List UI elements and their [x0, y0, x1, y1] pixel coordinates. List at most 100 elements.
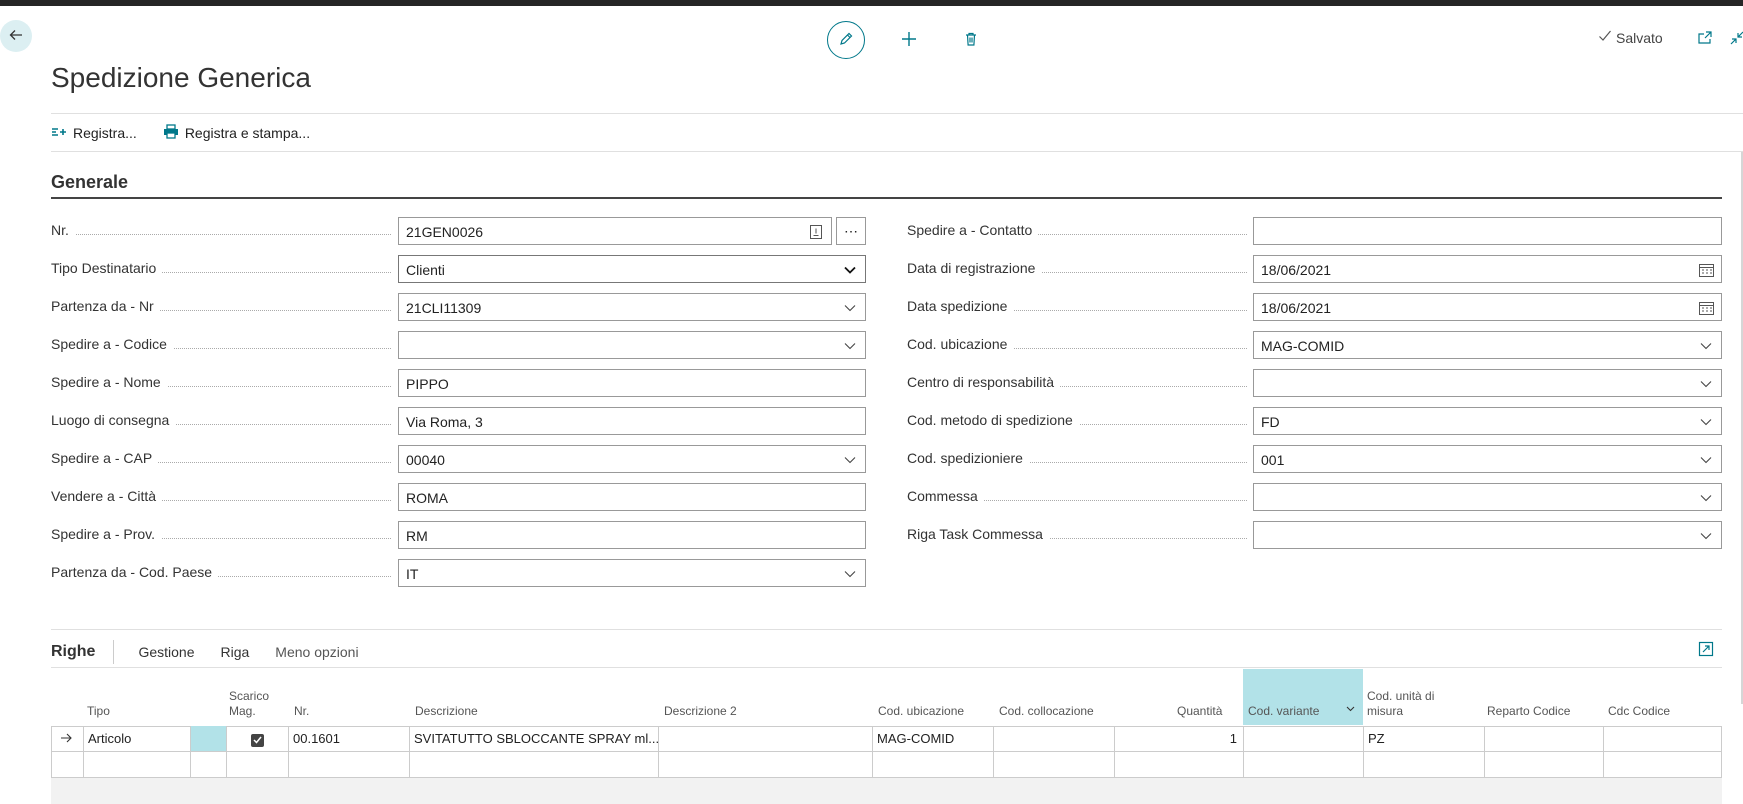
- field-label: Partenza da - Cod. Paese: [51, 564, 219, 580]
- lines-menu-gestione[interactable]: Gestione: [138, 644, 194, 660]
- spedire-codice-lookup[interactable]: [398, 331, 866, 359]
- cell-nr[interactable]: 00.1601: [288, 726, 409, 751]
- cell-cod-unita-misura[interactable]: PZ: [1363, 726, 1484, 751]
- row-indicator[interactable]: [51, 752, 83, 777]
- cell-cod-collocazione[interactable]: [993, 726, 1114, 751]
- cell-cdc-codice[interactable]: [1603, 726, 1722, 751]
- nr-assist-button[interactable]: ⋯: [836, 217, 866, 245]
- cell-reparto-codice[interactable]: [1484, 752, 1603, 777]
- table-row-empty[interactable]: [51, 752, 1722, 778]
- spedire-nome-input[interactable]: PIPPO: [398, 369, 866, 397]
- cell-cod-ubicazione[interactable]: [872, 752, 993, 777]
- col-descrizione[interactable]: Descrizione: [415, 704, 478, 719]
- col-cdc-codice[interactable]: Cdc Codice: [1608, 704, 1670, 719]
- cod-ubicazione-lookup[interactable]: MAG-COMID: [1253, 331, 1722, 359]
- cell-quantita[interactable]: [1114, 752, 1243, 777]
- col-nr[interactable]: Nr.: [294, 704, 309, 719]
- cell-empty[interactable]: [190, 752, 226, 777]
- field-label: Cod. spedizioniere: [907, 450, 1029, 466]
- partenza-nr-value: 21CLI11309: [406, 300, 482, 316]
- data-spedizione-input[interactable]: 18/06/2021: [1253, 293, 1722, 321]
- divider: [51, 151, 1743, 152]
- cell-cod-unita-misura[interactable]: [1363, 752, 1484, 777]
- arrow-right-icon: [60, 731, 72, 746]
- cell-reparto-codice[interactable]: [1484, 726, 1603, 751]
- cell-selected[interactable]: [190, 726, 226, 751]
- cell-tipo[interactable]: [83, 752, 190, 777]
- lines-grid: Articolo 00.1601 SVITATUTTO SBLOCCANTE S…: [51, 726, 1722, 778]
- col-cod-unita-misura[interactable]: Cod. unità di misura: [1367, 689, 1434, 719]
- cell-cdc-codice[interactable]: [1603, 752, 1722, 777]
- delete-button[interactable]: [953, 22, 989, 58]
- cell-cod-ubicazione[interactable]: MAG-COMID: [872, 726, 993, 751]
- window-top-bar: [0, 0, 1743, 6]
- cell-quantita[interactable]: 1: [1114, 726, 1243, 751]
- trash-icon: [963, 31, 979, 50]
- cell-cod-variante[interactable]: [1243, 726, 1363, 751]
- field-cod-spedizioniere: Cod. spedizioniere 001: [907, 445, 1723, 473]
- col-descrizione-2[interactable]: Descrizione 2: [664, 704, 737, 719]
- col-cod-ubicazione[interactable]: Cod. ubicazione: [878, 704, 964, 719]
- cell-scarico-mag[interactable]: [226, 752, 288, 777]
- expand-icon[interactable]: [1698, 641, 1714, 660]
- cell-descrizione[interactable]: SVITATUTTO SBLOCCANTE SPRAY ml....: [409, 726, 658, 751]
- edit-button[interactable]: [827, 21, 865, 59]
- spedire-contatto-input[interactable]: [1253, 217, 1722, 245]
- number-series-icon[interactable]: [808, 224, 824, 240]
- spedire-cap-lookup[interactable]: 00040: [398, 445, 866, 473]
- tipo-destinatario-value: Clienti: [406, 262, 445, 278]
- partenza-cod-paese-lookup[interactable]: IT: [398, 559, 866, 587]
- new-button[interactable]: [891, 22, 927, 58]
- cod-ubicazione-value: MAG-COMID: [1261, 338, 1345, 354]
- back-button[interactable]: [0, 20, 32, 52]
- cod-spedizioniere-lookup[interactable]: 001: [1253, 445, 1722, 473]
- cod-metodo-spedizione-lookup[interactable]: FD: [1253, 407, 1722, 435]
- open-new-window-icon[interactable]: [1697, 30, 1713, 49]
- section-title-general[interactable]: Generale: [51, 172, 128, 193]
- collapse-icon[interactable]: [1729, 30, 1743, 49]
- table-row[interactable]: Articolo 00.1601 SVITATUTTO SBLOCCANTE S…: [51, 726, 1722, 752]
- cell-descrizione-2[interactable]: [658, 752, 872, 777]
- col-quantita[interactable]: Quantità: [1177, 704, 1222, 719]
- col-reparto-codice[interactable]: Reparto Codice: [1487, 704, 1570, 719]
- cell-scarico-mag[interactable]: [226, 726, 288, 751]
- field-partenza-nr: Partenza da - Nr 21CLI11309: [51, 293, 866, 321]
- lines-menu-fewer-options[interactable]: Meno opzioni: [275, 644, 358, 660]
- row-indicator[interactable]: [51, 726, 83, 751]
- field-vendere-citta: Vendere a - Città ROMA: [51, 483, 866, 511]
- partenza-nr-lookup[interactable]: 21CLI11309: [398, 293, 866, 321]
- col-scarico-mag[interactable]: Scarico Mag.: [229, 689, 269, 719]
- page-title: Spedizione Generica: [51, 62, 311, 93]
- nr-input[interactable]: 21GEN0026: [398, 217, 832, 245]
- cod-metodo-spedizione-value: FD: [1261, 414, 1280, 430]
- tipo-destinatario-select[interactable]: Clienti: [398, 255, 866, 283]
- lines-title[interactable]: Righe: [51, 643, 95, 661]
- calendar-icon[interactable]: [1698, 300, 1714, 316]
- cell-nr[interactable]: [288, 752, 409, 777]
- col-tipo[interactable]: Tipo: [87, 704, 110, 719]
- post-and-print-button[interactable]: Registra e stampa...: [163, 124, 310, 142]
- post-button[interactable]: Registra...: [51, 124, 137, 142]
- col-cod-variante[interactable]: Cod. variante: [1243, 669, 1363, 725]
- vendere-citta-input[interactable]: ROMA: [398, 483, 866, 511]
- field-label: Cod. metodo di spedizione: [907, 412, 1079, 428]
- luogo-consegna-input[interactable]: Via Roma, 3: [398, 407, 866, 435]
- lines-menu-riga[interactable]: Riga: [221, 644, 250, 660]
- data-registrazione-input[interactable]: 18/06/2021: [1253, 255, 1722, 283]
- cell-descrizione-2[interactable]: [658, 726, 872, 751]
- centro-responsabilita-lookup[interactable]: [1253, 369, 1722, 397]
- commessa-lookup[interactable]: [1253, 483, 1722, 511]
- field-label: Cod. ubicazione: [907, 336, 1014, 352]
- field-spedire-cap: Spedire a - CAP 00040: [51, 445, 866, 473]
- cell-descrizione[interactable]: [409, 752, 658, 777]
- field-label: Data spedizione: [907, 298, 1014, 314]
- riga-task-commessa-lookup[interactable]: [1253, 521, 1722, 549]
- chevron-down-icon[interactable]: [1346, 701, 1355, 716]
- cell-cod-collocazione[interactable]: [993, 752, 1114, 777]
- checkbox-checked-icon[interactable]: [251, 733, 264, 747]
- spedire-prov-input[interactable]: RM: [398, 521, 866, 549]
- cell-tipo[interactable]: Articolo: [83, 726, 190, 751]
- cell-cod-variante[interactable]: [1243, 752, 1363, 777]
- col-cod-collocazione[interactable]: Cod. collocazione: [999, 704, 1094, 719]
- calendar-icon[interactable]: [1698, 262, 1714, 278]
